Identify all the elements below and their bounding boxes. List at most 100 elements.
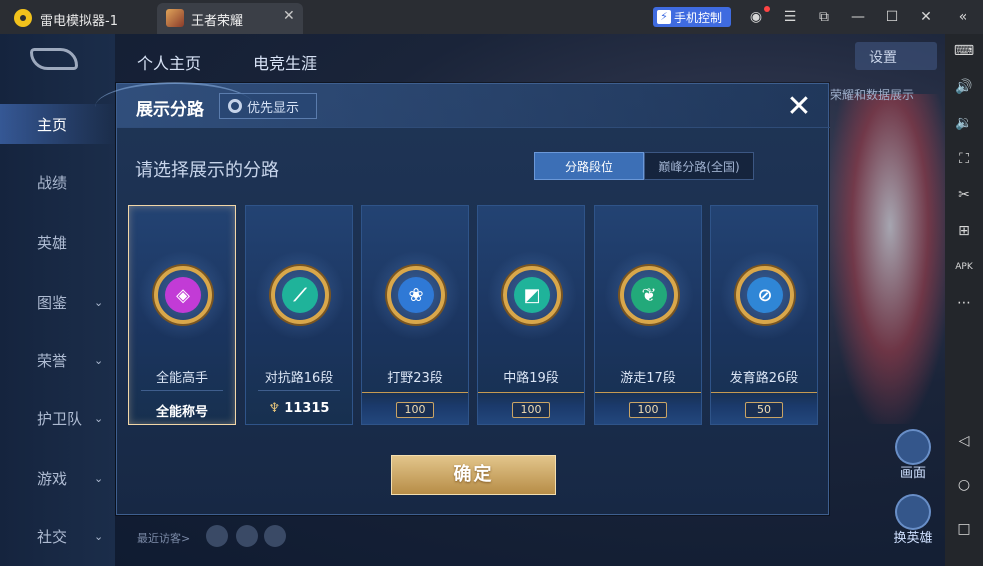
close-icon[interactable]: ✕ [917, 8, 935, 26]
minimize-icon[interactable]: — [849, 8, 867, 26]
card-divider [141, 390, 223, 391]
nav-item[interactable]: 荣誉 [37, 350, 67, 371]
back-icon[interactable]: ◁ [953, 430, 975, 452]
confirm-button[interactable]: 确定 [391, 455, 556, 495]
score-icon: ♆ [268, 401, 281, 416]
score-value: 11315 [284, 401, 330, 416]
tab-label: 王者荣耀 [191, 14, 244, 29]
emblem-glyph: ◈ [165, 277, 201, 313]
scissors-icon[interactable]: ✂ [953, 184, 975, 206]
lane-card[interactable]: ⊘ 发育路26段 50 [710, 205, 818, 425]
lane-emblem-icon: ❀ [387, 266, 445, 324]
chevron-down-icon: ⌄ [94, 354, 104, 367]
emblem-glyph: ⊘ [747, 277, 783, 313]
emulator-logo-icon [14, 9, 32, 27]
nav-item[interactable]: 护卫队 [37, 408, 82, 429]
lane-card[interactable]: ◩ 中路19段 100 [477, 205, 585, 425]
lane-emblem-icon: ❦ [620, 266, 678, 324]
rank-points-badge: 100 [396, 402, 434, 418]
phone-control-label: 手机控制 [674, 10, 723, 25]
lane-card-label: 打野23段 [387, 371, 443, 386]
collapse-icon[interactable]: « [954, 8, 972, 26]
background-hero-art [830, 94, 945, 424]
display-lane-dialog: 展示分路 优先显示 ✕ 请选择展示的分路 分路段位 巅峰分路(全国) ◈ 全能高手… [95, 82, 830, 515]
gear-icon [228, 99, 242, 113]
lane-card-label: 游走17段 [620, 371, 676, 386]
lane-card[interactable]: ❀ 打野23段 100 [361, 205, 469, 425]
lane-card[interactable]: ⟋ 对抗路16段 ♆ 11315 [245, 205, 353, 425]
lane-card-label: 发育路26段 [729, 371, 799, 386]
tab-profile[interactable]: 个人主页 [137, 50, 201, 74]
lane-emblem-icon: ◈ [154, 266, 212, 324]
lane-emblem-icon: ⟋ [271, 266, 329, 324]
volume-up-icon[interactable]: 🔊 [953, 76, 975, 98]
nav-item[interactable]: 主页 [37, 114, 67, 135]
tab-peak-lane[interactable]: 巅峰分路(全国) [644, 152, 754, 180]
dialog-header: 展示分路 优先显示 ✕ [95, 82, 830, 128]
priority-display-button[interactable]: 优先显示 [219, 93, 317, 119]
dialog-title: 展示分路 [136, 100, 204, 120]
notification-dot [764, 6, 770, 12]
menu-icon[interactable]: ☰ [781, 8, 799, 26]
rank-points-badge: 100 [512, 402, 550, 418]
game-tab-icon [166, 9, 184, 27]
nav-item[interactable]: 图鉴 [37, 292, 67, 313]
recent-visitors-link[interactable]: 最近访客> [137, 530, 190, 546]
user-icon[interactable]: ◉ [747, 8, 765, 26]
lane-score: ♆ 11315 [246, 401, 352, 416]
lane-card-label: 对抗路16段 [264, 371, 334, 386]
lane-card-label: 中路19段 [503, 371, 559, 386]
recent-icon[interactable]: □ [953, 518, 975, 540]
add-icon[interactable]: ⊞ [953, 220, 975, 242]
emblem-glyph: ◩ [514, 277, 550, 313]
phone-control-button[interactable]: ⚡ 手机控制 [653, 7, 731, 27]
tab-esports[interactable]: 电竞生涯 [253, 50, 317, 74]
fullscreen-icon[interactable]: ⛶ [953, 148, 975, 170]
lane-emblem-icon: ⊘ [736, 266, 794, 324]
emulator-titlebar: 雷电模拟器-1 王者荣耀 ✕ ⚡ 手机控制 ◉ ☰ ⧉ — ☐ ✕ « [0, 0, 983, 34]
visitor-avatar[interactable] [264, 525, 286, 547]
volume-down-icon[interactable]: 🔉 [953, 112, 975, 134]
emblem-glyph: ❦ [631, 277, 667, 313]
emulator-sidebar: ⌨ 🔊 🔉 ⛶ ✂ ⊞ APK ⋯ ◁ ○ □ [945, 34, 983, 566]
more-icon[interactable]: ⋯ [953, 292, 975, 314]
lane-card[interactable]: ◈ 全能高手 全能称号 [128, 205, 236, 425]
rank-ribbon: 100 [595, 392, 701, 424]
lane-emblem-icon: ◩ [503, 266, 561, 324]
emblem-glyph: ❀ [398, 277, 434, 313]
rank-ribbon: 100 [478, 392, 584, 424]
change-hero-label: 换英雄 [893, 531, 933, 546]
nav-item[interactable]: 英雄 [37, 232, 67, 253]
screenshot-icon[interactable]: ⧉ [815, 8, 833, 26]
screen-mode-label: 画面 [899, 466, 926, 481]
change-hero-button[interactable] [895, 494, 931, 530]
settings-button[interactable]: 设置 [855, 42, 937, 70]
keyboard-icon[interactable]: ⌨ [953, 40, 975, 62]
tab-game[interactable]: 王者荣耀 ✕ [157, 3, 303, 34]
screen-mode-button[interactable] [895, 429, 931, 465]
rank-points-badge: 100 [629, 402, 667, 418]
bolt-icon: ⚡ [657, 10, 671, 24]
nav-item[interactable]: 社交 [37, 526, 67, 547]
lane-card-label: 全能高手 [155, 371, 208, 386]
chevron-down-icon: ⌄ [94, 296, 104, 309]
dialog-prompt: 请选择展示的分路 [135, 160, 279, 181]
home-icon[interactable]: ○ [953, 474, 975, 496]
priority-display-label: 优先显示 [247, 100, 300, 116]
rank-ribbon: 50 [711, 392, 817, 424]
tab-close-icon[interactable]: ✕ [283, 8, 295, 24]
rank-points-badge: 50 [745, 402, 783, 418]
emblem-glyph: ⟋ [282, 277, 318, 313]
nav-item[interactable]: 战绩 [37, 172, 67, 193]
game-logo-icon [30, 48, 78, 70]
visitor-avatar[interactable] [236, 525, 258, 547]
tab-lane-rank[interactable]: 分路段位 [534, 152, 644, 180]
maximize-icon[interactable]: ☐ [883, 8, 901, 26]
apk-icon[interactable]: APK [953, 256, 975, 278]
nav-item[interactable]: 游戏 [37, 468, 67, 489]
app-title: 雷电模拟器-1 [40, 14, 118, 29]
dialog-close-icon[interactable]: ✕ [781, 89, 817, 125]
bg-right-text: 荣耀和数据展示 [830, 88, 915, 102]
lane-card[interactable]: ❦ 游走17段 100 [594, 205, 702, 425]
visitor-avatar[interactable] [206, 525, 228, 547]
